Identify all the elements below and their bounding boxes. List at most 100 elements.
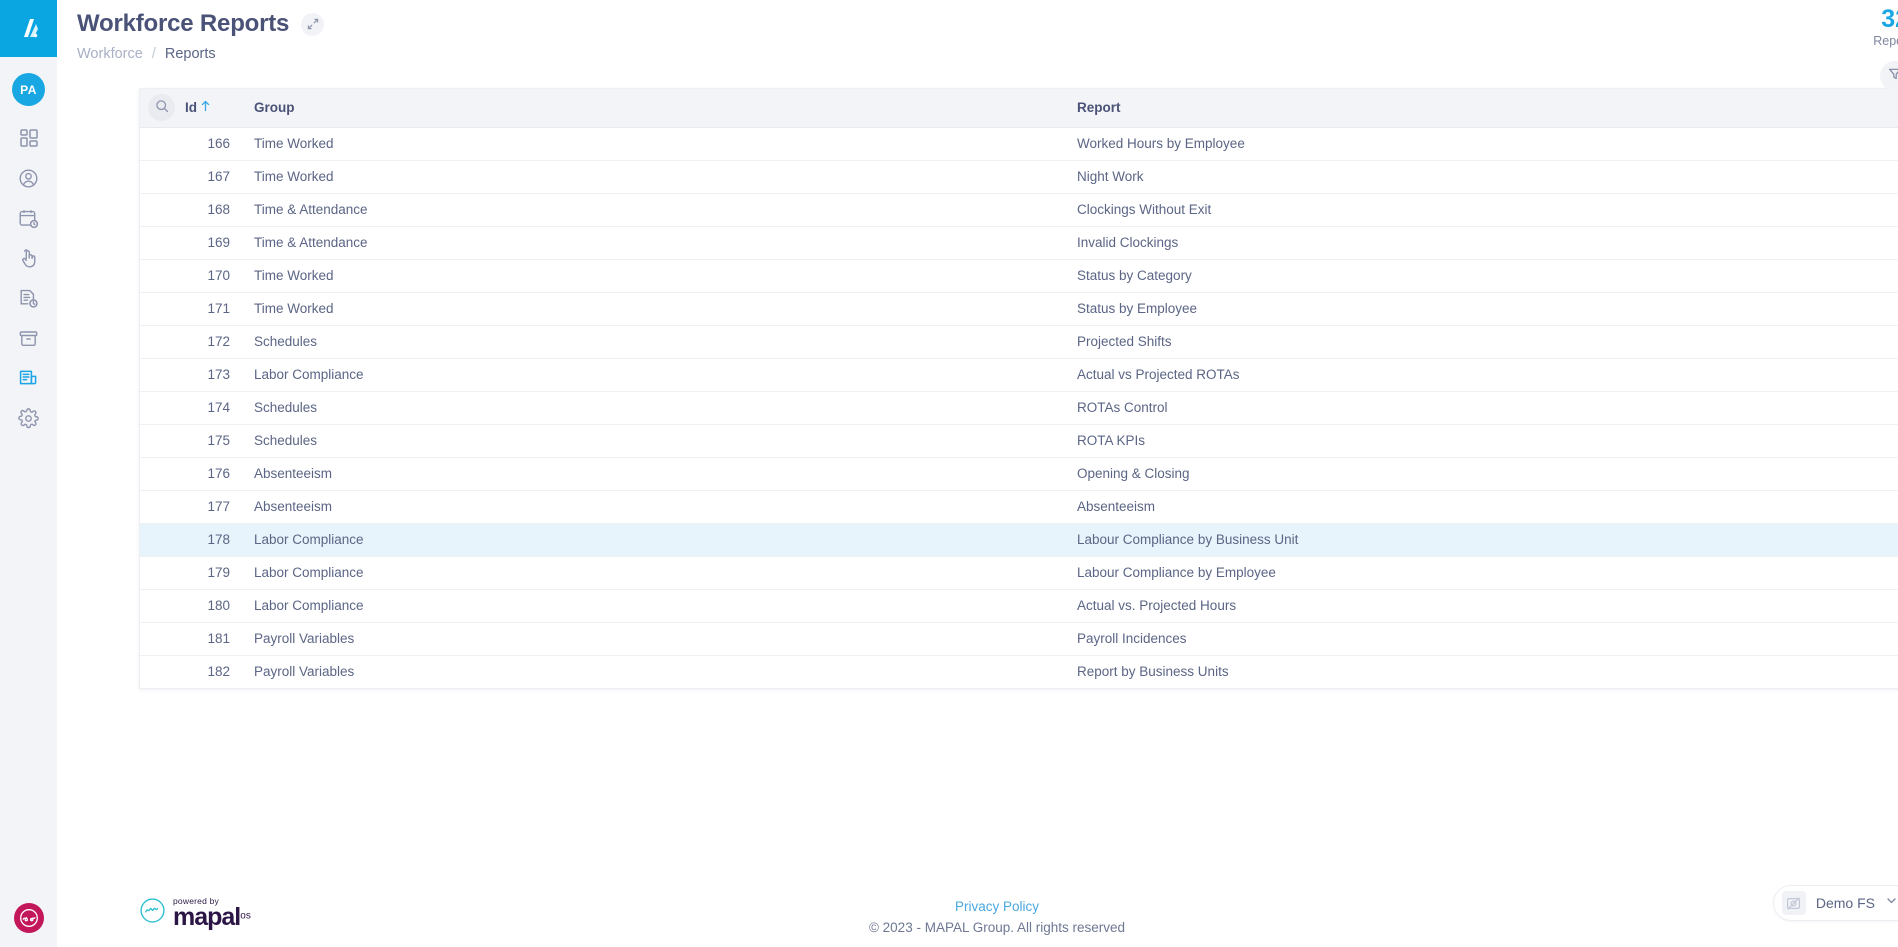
app-logo-icon[interactable] bbox=[0, 0, 57, 57]
mapal-circle-logo-icon[interactable] bbox=[13, 903, 44, 933]
chevron-down-icon[interactable] bbox=[1885, 894, 1898, 912]
table-row[interactable]: 173 Labor Compliance Actual vs Projected R… bbox=[140, 358, 1898, 391]
cell-id: 173 bbox=[207, 367, 230, 382]
table-row[interactable]: 177 Absenteeism Absenteeism bbox=[140, 490, 1898, 523]
column-header-action bbox=[1876, 89, 1898, 128]
table-row[interactable]: 180 Labor Compliance Actual vs. Projected … bbox=[140, 589, 1898, 622]
row-spacer-cell bbox=[140, 193, 185, 226]
row-spacer-cell bbox=[140, 127, 185, 160]
cell-report: ROTA KPIs bbox=[1077, 433, 1146, 448]
table-row[interactable]: 169 Time & Attendance Invalid Clockings bbox=[140, 226, 1898, 259]
table-row[interactable]: 175 Schedules ROTA KPIs bbox=[140, 424, 1898, 457]
document-clock-icon bbox=[18, 288, 39, 309]
column-header-id[interactable]: Id bbox=[185, 89, 240, 128]
cell-report: Actual vs. Projected Hours bbox=[1077, 598, 1237, 613]
sidebar-item-reports[interactable] bbox=[7, 358, 51, 398]
breadcrumb-parent[interactable]: Workforce bbox=[77, 46, 143, 62]
avatar[interactable]: PA bbox=[12, 73, 45, 106]
cell-report: Status by Category bbox=[1077, 268, 1192, 283]
cell-report: ROTAs Control bbox=[1077, 400, 1168, 415]
cell-id: 177 bbox=[207, 499, 230, 514]
sidebar-item-dashboard[interactable] bbox=[7, 118, 51, 158]
table-row[interactable]: 170 Time Worked Status by Category bbox=[140, 259, 1898, 292]
main-content: Workforce Reports Workforce / Reports 32… bbox=[57, 0, 1898, 947]
privacy-policy-link[interactable]: Privacy Policy bbox=[955, 899, 1039, 914]
avatar-initials: PA bbox=[20, 82, 37, 97]
cell-action bbox=[1876, 622, 1898, 655]
table-row[interactable]: 166 Time Worked Worked Hours by Employee bbox=[140, 127, 1898, 160]
column-header-id-label: Id bbox=[185, 100, 197, 116]
row-spacer-cell bbox=[140, 358, 185, 391]
cell-report: Projected Shifts bbox=[1077, 334, 1172, 349]
user-circle-icon bbox=[18, 168, 39, 189]
sidebar-item-clockings[interactable] bbox=[7, 238, 51, 278]
cell-group: Labor Compliance bbox=[254, 367, 364, 382]
table-row[interactable]: 171 Time Worked Status by Employee bbox=[140, 292, 1898, 325]
cell-group: Time Worked bbox=[254, 268, 334, 283]
cell-report: Opening & Closing bbox=[1077, 466, 1190, 481]
table-row[interactable]: 179 Labor Compliance Labour Compliance by … bbox=[140, 556, 1898, 589]
cell-action bbox=[1876, 655, 1898, 688]
cell-id: 182 bbox=[207, 664, 230, 680]
arrow-up-icon bbox=[200, 100, 211, 115]
row-spacer-cell bbox=[140, 523, 185, 556]
cell-group: Absenteeism bbox=[254, 499, 333, 514]
table-row[interactable]: 168 Time & Attendance Clockings Without Ex… bbox=[140, 193, 1898, 226]
table-row[interactable]: 178 Labor Compliance Labour Compliance by … bbox=[140, 523, 1898, 556]
row-spacer-cell bbox=[140, 556, 185, 589]
sidebar-item-archive[interactable] bbox=[7, 318, 51, 358]
cell-action bbox=[1876, 325, 1898, 358]
cell-group: Payroll Variables bbox=[254, 631, 355, 646]
table-row[interactable]: 181 Payroll Variables Payroll Incidences bbox=[140, 622, 1898, 655]
cell-report: Labour Compliance by Employee bbox=[1077, 565, 1276, 580]
row-spacer-cell bbox=[140, 325, 185, 358]
cell-id: 178 bbox=[207, 532, 230, 547]
row-spacer-cell bbox=[140, 655, 185, 688]
cell-action bbox=[1876, 556, 1898, 589]
table-row[interactable]: 176 Absenteeism Opening & Closing bbox=[140, 457, 1898, 490]
column-header-report[interactable]: Report bbox=[1075, 89, 1876, 128]
column-header-group-label: Group bbox=[254, 100, 295, 116]
search-button[interactable] bbox=[148, 94, 175, 122]
table-row[interactable]: 174 Schedules ROTAs Control bbox=[140, 391, 1898, 424]
sidebar-item-people[interactable] bbox=[7, 158, 51, 198]
cell-action bbox=[1876, 589, 1898, 622]
table-row[interactable]: 172 Schedules Projected Shifts bbox=[140, 325, 1898, 358]
cell-report: Report by Business Units bbox=[1077, 664, 1229, 680]
filter-button[interactable] bbox=[1880, 61, 1898, 92]
cell-group: Absenteeism bbox=[254, 466, 333, 481]
cell-id: 179 bbox=[207, 565, 230, 580]
cell-action bbox=[1876, 457, 1898, 490]
sidebar: PA bbox=[0, 0, 57, 947]
sidebar-item-time-tracking[interactable] bbox=[7, 278, 51, 318]
row-spacer-cell bbox=[140, 589, 185, 622]
cell-id: 169 bbox=[207, 235, 230, 250]
table-row[interactable]: 182 Payroll Variables Report by Business U… bbox=[140, 655, 1898, 688]
report-document-icon bbox=[18, 368, 39, 389]
cell-report: Labour Compliance by Business Unit bbox=[1077, 532, 1299, 547]
breadcrumb-separator: / bbox=[151, 46, 156, 62]
sidebar-item-settings[interactable] bbox=[7, 398, 51, 438]
cell-action bbox=[1876, 358, 1898, 391]
table-body: 166 Time Worked Worked Hours by Employee 16… bbox=[140, 127, 1898, 688]
search-icon bbox=[155, 99, 169, 116]
cell-action bbox=[1876, 490, 1898, 523]
org-dropdown[interactable]: Demo FS bbox=[1772, 885, 1898, 921]
table-row[interactable]: 167 Time Worked Night Work bbox=[140, 160, 1898, 193]
hand-click-icon bbox=[18, 248, 39, 269]
cell-group: Time Worked bbox=[254, 136, 334, 151]
mapal-brand: mapal bbox=[173, 902, 241, 931]
expand-arrows-icon[interactable] bbox=[301, 12, 325, 36]
header-right: 32 Reports bbox=[1873, 5, 1898, 92]
search-header-cell bbox=[140, 89, 185, 128]
cell-report: Status by Employee bbox=[1077, 301, 1198, 316]
cell-id: 168 bbox=[207, 202, 230, 217]
row-spacer-cell bbox=[140, 490, 185, 523]
row-spacer-cell bbox=[140, 622, 185, 655]
cell-report: Night Work bbox=[1077, 169, 1144, 184]
sidebar-item-schedules[interactable] bbox=[7, 198, 51, 238]
row-spacer-cell bbox=[140, 457, 185, 490]
breadcrumb: Workforce / Reports bbox=[77, 46, 1898, 62]
column-header-group[interactable]: Group bbox=[240, 89, 1075, 128]
reports-count: 32 bbox=[1881, 5, 1898, 33]
